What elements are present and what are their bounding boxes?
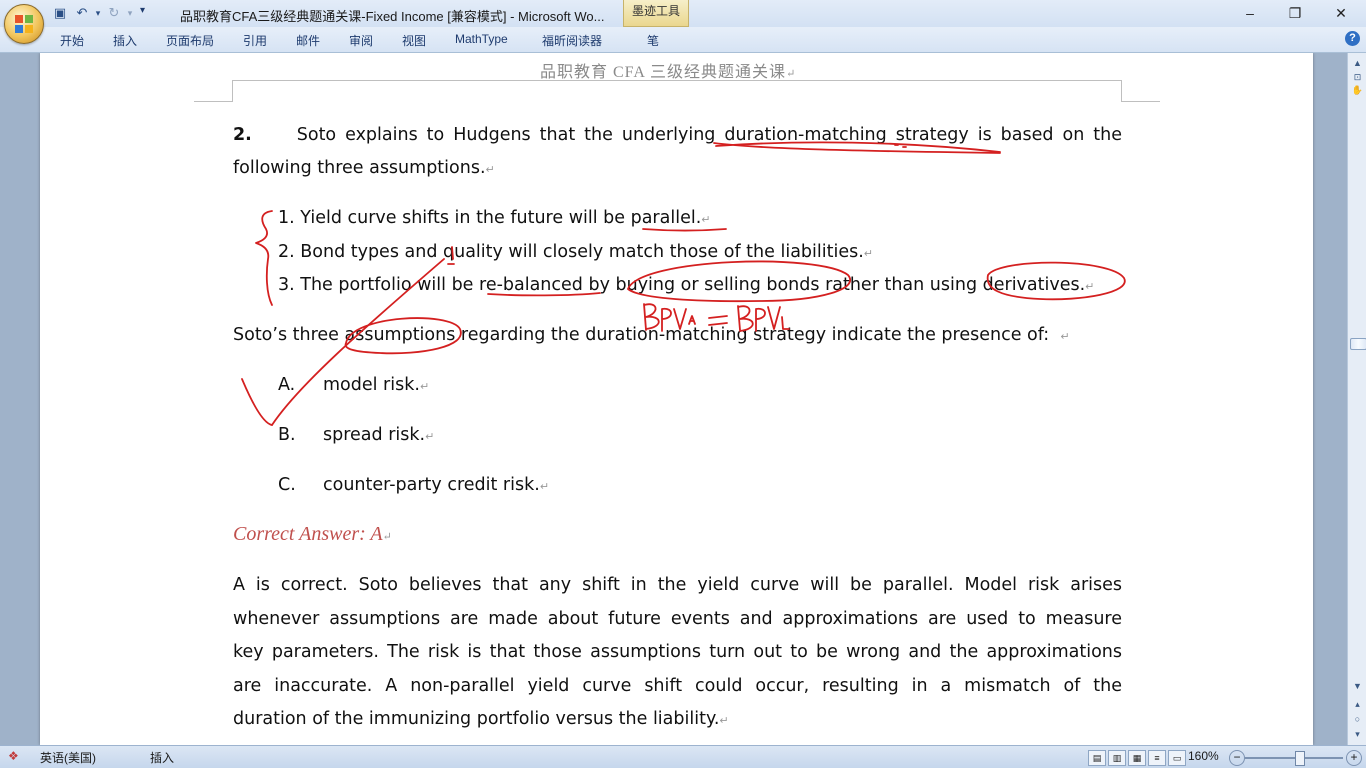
zoom-slider[interactable] (1245, 757, 1343, 759)
scroll-down-icon[interactable]: ▼ (1350, 679, 1365, 693)
option-b-letter: B. (278, 425, 296, 445)
question-line-2: following three assumptions.↵ (233, 158, 495, 178)
tab-page-layout[interactable]: 页面布局 (166, 32, 214, 49)
option-c-letter: C. (278, 475, 296, 495)
outline-view-icon[interactable]: ≡ (1148, 750, 1166, 766)
question-prompt: Soto’s three assumptions regarding the d… (233, 325, 1070, 345)
window-title: 品职教育CFA三级经典题通关课-Fixed Income [兼容模式] - Mi… (180, 9, 605, 24)
ink-tools-contextual-tab: 墨迹工具 (623, 0, 689, 27)
print-layout-view-icon[interactable]: ▤ (1088, 750, 1106, 766)
header-rule (232, 80, 1122, 81)
header-corner-right (1121, 80, 1122, 102)
zoom-slider-knob[interactable] (1295, 751, 1305, 766)
undo-icon[interactable]: ↶ (74, 5, 90, 21)
language-indicator[interactable]: 英语(美国) (40, 749, 96, 766)
web-layout-view-icon[interactable]: ▦ (1128, 750, 1146, 766)
proofing-error-icon[interactable]: ❖ (8, 749, 19, 763)
draft-view-icon[interactable]: ▭ (1168, 750, 1186, 766)
question-number: 2. (233, 125, 252, 145)
explanation-line-5: duration of the immunizing portfolio ver… (233, 709, 729, 729)
explanation-line-2: whenever assumptions are made about futu… (233, 609, 1122, 629)
assumption-3: 3. The portfolio will be re-balanced by … (278, 275, 1095, 295)
full-screen-reading-view-icon[interactable]: ▥ (1108, 750, 1126, 766)
office-logo-icon (15, 15, 33, 33)
redo-icon[interactable]: ↻ (106, 5, 122, 21)
page-header: 品职教育 CFA 三级经典题通关课↵ (540, 64, 797, 81)
margin-mark-left (194, 101, 233, 102)
scroll-up-icon[interactable]: ▲ (1350, 56, 1365, 70)
browse-object-icon[interactable]: ○ (1350, 712, 1365, 726)
close-button[interactable]: ✕ (1323, 3, 1359, 23)
explanation-line-1: A is correct. Soto believes that any shi… (233, 575, 1122, 595)
tab-mailings[interactable]: 邮件 (296, 32, 320, 49)
tab-pen[interactable]: 笔 (647, 32, 659, 49)
zoom-in-button[interactable]: + (1346, 750, 1362, 766)
tab-foxit-reader[interactable]: 福昕阅读器 (542, 32, 602, 49)
ruler-toggle-icon[interactable]: ⊡ (1350, 70, 1365, 84)
explanation-line-4: are inaccurate. A non-parallel yield cur… (233, 676, 1122, 696)
save-icon[interactable]: ▣ (52, 5, 68, 21)
previous-page-icon[interactable]: ▴ (1350, 697, 1365, 711)
tab-review[interactable]: 审阅 (349, 32, 373, 49)
redo-dropdown-icon[interactable]: ▾ (122, 5, 138, 21)
option-a-letter: A. (278, 375, 296, 395)
tab-mathtype[interactable]: MathType (455, 32, 508, 46)
word-window: { "window": { "title": "品职教育CFA三级经典题通关课-… (0, 0, 1366, 768)
option-c-text: counter-party credit risk.↵ (323, 475, 550, 495)
tab-view[interactable]: 视图 (402, 32, 426, 49)
help-icon[interactable]: ? (1345, 31, 1360, 46)
vertical-scrollbar[interactable]: ▲ ⊡ ✋ ▼ ▴ ○ ▾ (1347, 53, 1366, 745)
insert-mode-indicator[interactable]: 插入 (150, 749, 174, 766)
margin-mark-right (1121, 101, 1160, 102)
tab-insert[interactable]: 插入 (113, 32, 137, 49)
next-page-icon[interactable]: ▾ (1350, 727, 1365, 741)
correct-answer: Correct Answer: A↵ (233, 523, 392, 545)
minimize-button[interactable]: – (1232, 3, 1268, 23)
document-workspace: 品职教育 CFA 三级经典题通关课↵ 2. Soto explains to H… (0, 53, 1347, 745)
undo-dropdown-icon[interactable]: ▾ (90, 5, 106, 21)
header-corner-left (232, 80, 233, 102)
assumption-1: 1. Yield curve shifts in the future will… (278, 208, 711, 228)
office-button[interactable] (4, 4, 44, 44)
status-bar: ❖ 英语(美国) 插入 ▤ ▥ ▦ ≡ ▭ 160% − + (0, 745, 1366, 768)
option-a-text: model risk.↵ (323, 375, 430, 395)
tab-home[interactable]: 开始 (60, 32, 84, 49)
tab-references[interactable]: 引用 (243, 32, 267, 49)
title-bar: ▣ ↶ ▾ ↻ ▾ ▾ 品职教育CFA三级经典题通关课-Fixed Income… (0, 0, 1366, 27)
option-b-text: spread risk.↵ (323, 425, 435, 445)
question-line-1: 2. Soto explains to Hudgens that the und… (233, 125, 1122, 145)
pan-hand-icon[interactable]: ✋ (1350, 83, 1365, 97)
zoom-out-button[interactable]: − (1229, 750, 1245, 766)
zoom-level[interactable]: 160% (1188, 749, 1219, 763)
explanation-line-3: key parameters. The risk is that those a… (233, 642, 1122, 662)
assumption-2: 2. Bond types and quality will closely m… (278, 242, 873, 262)
customize-qat-button[interactable]: ▾ (140, 5, 145, 21)
restore-button[interactable]: ❐ (1277, 3, 1313, 23)
scroll-thumb[interactable] (1350, 338, 1366, 350)
